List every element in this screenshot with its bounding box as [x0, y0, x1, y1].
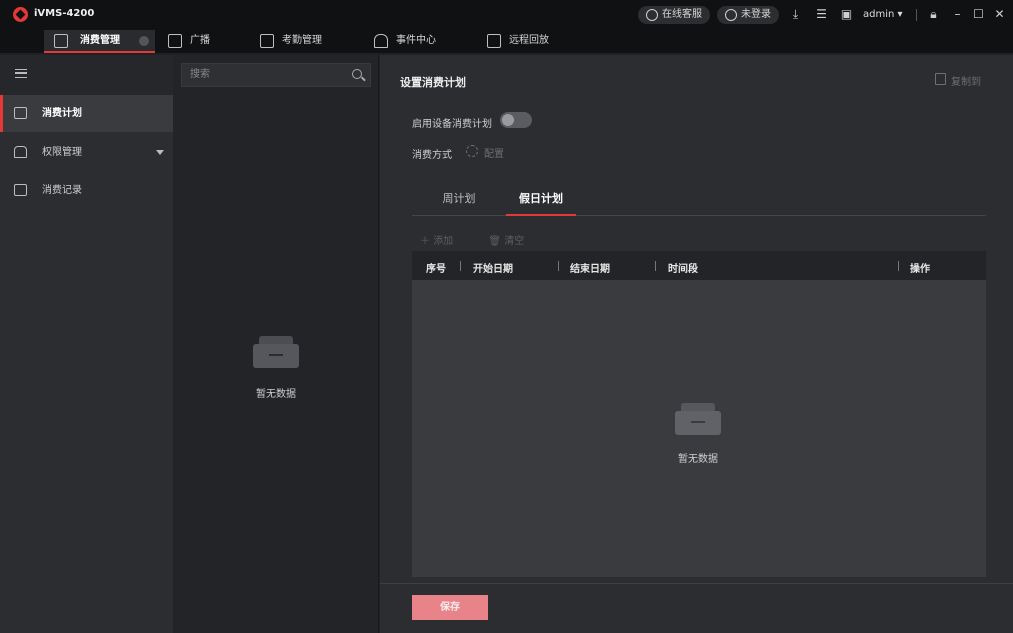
sidebar-header: [0, 55, 173, 95]
tab-label: 远程回放: [509, 35, 549, 46]
column-divider: [558, 261, 559, 271]
login-status-button[interactable]: 未登录: [717, 6, 779, 24]
plan-subtabs: 周计划 假日计划: [412, 185, 986, 216]
minimize-icon[interactable]: –: [951, 8, 964, 21]
save-button[interactable]: 保存: [412, 595, 488, 620]
tab-event-center[interactable]: 事件中心: [374, 30, 436, 53]
search-icon[interactable]: [352, 69, 362, 79]
chevron-down-icon: [156, 150, 164, 155]
consumption-icon: [54, 34, 68, 48]
copy-label: 复制到: [951, 77, 981, 88]
module-tab-bar: 消费管理 广播 考勤管理 事件中心 远程回放: [0, 30, 1013, 53]
tab-close-icon[interactable]: [139, 36, 149, 46]
column-divider: [898, 261, 899, 271]
copy-icon: [935, 73, 946, 85]
lock-icon[interactable]: 🔒︎: [927, 8, 940, 21]
table-header: 序号 开始日期 结束日期 时间段 操作: [412, 251, 986, 280]
column-header: 操作: [910, 264, 930, 275]
column-header: 序号: [426, 264, 446, 275]
tab-weekly-plan[interactable]: 周计划: [424, 190, 494, 216]
column-divider: [460, 261, 461, 271]
sidebar-item-label: 消费记录: [42, 185, 82, 196]
empty-text: 暂无数据: [256, 389, 296, 400]
tab-holiday-plan[interactable]: 假日计划: [506, 190, 576, 216]
download-icon[interactable]: ⤓: [789, 8, 802, 21]
add-label: 添加: [433, 236, 454, 247]
tab-label: 事件中心: [396, 35, 436, 46]
device-list-panel: 搜索 暂无数据: [173, 55, 379, 633]
empty-box-icon: [253, 336, 299, 368]
record-icon: [14, 184, 27, 196]
page-title: 设置消费计划: [400, 76, 466, 89]
calendar-icon: [260, 34, 274, 48]
holiday-table: 序号 开始日期 结束日期 时间段 操作 暂无数据: [412, 251, 986, 577]
playback-icon: [487, 34, 501, 48]
config-button[interactable]: 配置: [466, 145, 504, 160]
lock-icon: [14, 146, 27, 158]
username: admin: [863, 9, 895, 20]
app-title: iVMS-4200: [34, 8, 95, 19]
sidebar-item-permission[interactable]: 权限管理: [0, 134, 173, 171]
online-service-button[interactable]: 在线客服: [638, 6, 710, 24]
column-divider: [655, 261, 656, 271]
tab-attendance[interactable]: 考勤管理: [260, 30, 322, 53]
enable-plan-label: 启用设备消费计划: [412, 119, 492, 130]
plan-icon: [14, 107, 27, 119]
tab-label: 广播: [190, 35, 210, 46]
empty-box-icon: [675, 403, 721, 435]
tab-label: 考勤管理: [282, 35, 322, 46]
column-header: 结束日期: [570, 264, 610, 275]
copy-to-button[interactable]: 复制到: [935, 73, 981, 88]
consumption-mode-label: 消费方式: [412, 150, 452, 161]
title-bar: iVMS-4200 在线客服 未登录 ⤓ ☰ ▣ admin ▾ 🔒︎ – ☐ …: [0, 0, 1013, 30]
alarm-icon: [374, 34, 388, 48]
clear-label: 清空: [504, 236, 525, 247]
broadcast-icon: [168, 34, 182, 48]
column-header: 时间段: [668, 264, 698, 275]
user-menu[interactable]: admin ▾: [863, 9, 903, 20]
online-service-label: 在线客服: [662, 9, 702, 20]
column-header: 开始日期: [473, 264, 513, 275]
enable-plan-toggle[interactable]: [500, 112, 532, 128]
login-status-label: 未登录: [741, 9, 771, 20]
toolbar-divider: [916, 9, 917, 21]
close-icon[interactable]: ✕: [993, 8, 1006, 21]
config-label: 配置: [484, 149, 504, 160]
tab-label: 消费管理: [80, 35, 120, 46]
add-button[interactable]: ＋ 添加: [420, 236, 469, 247]
sidebar: 消费计划 权限管理 消费记录: [0, 55, 173, 633]
headset-icon: [646, 9, 658, 21]
cloud-icon: [725, 9, 737, 21]
main-content: 设置消费计划 复制到 启用设备消费计划 消费方式 配置 周计划 假日计划 ＋ 添…: [380, 55, 1013, 633]
task-list-icon[interactable]: ☰: [815, 8, 828, 21]
empty-text: 暂无数据: [678, 454, 718, 465]
tab-remote-playback[interactable]: 远程回放: [487, 30, 549, 53]
tab-broadcast[interactable]: 广播: [168, 30, 210, 53]
gear-icon: [466, 145, 478, 157]
tab-consumption[interactable]: 消费管理: [44, 30, 155, 53]
bottom-bar: 保存: [380, 583, 1013, 633]
search-placeholder: 搜索: [190, 69, 210, 80]
menu-icon[interactable]: [15, 69, 27, 78]
search-input[interactable]: 搜索: [181, 63, 371, 87]
clear-button[interactable]: 🗑︎ 清空: [488, 236, 540, 247]
monitor-icon[interactable]: ▣: [840, 8, 853, 21]
maximize-icon[interactable]: ☐: [972, 8, 985, 21]
sidebar-item-consumption-plan[interactable]: 消费计划: [0, 95, 173, 132]
sidebar-item-label: 权限管理: [42, 147, 82, 158]
table-actions: ＋ 添加 🗑︎ 清空: [420, 232, 556, 247]
sidebar-item-records[interactable]: 消费记录: [0, 172, 173, 209]
app-logo-icon: [13, 7, 28, 22]
sidebar-item-label: 消费计划: [42, 108, 82, 119]
